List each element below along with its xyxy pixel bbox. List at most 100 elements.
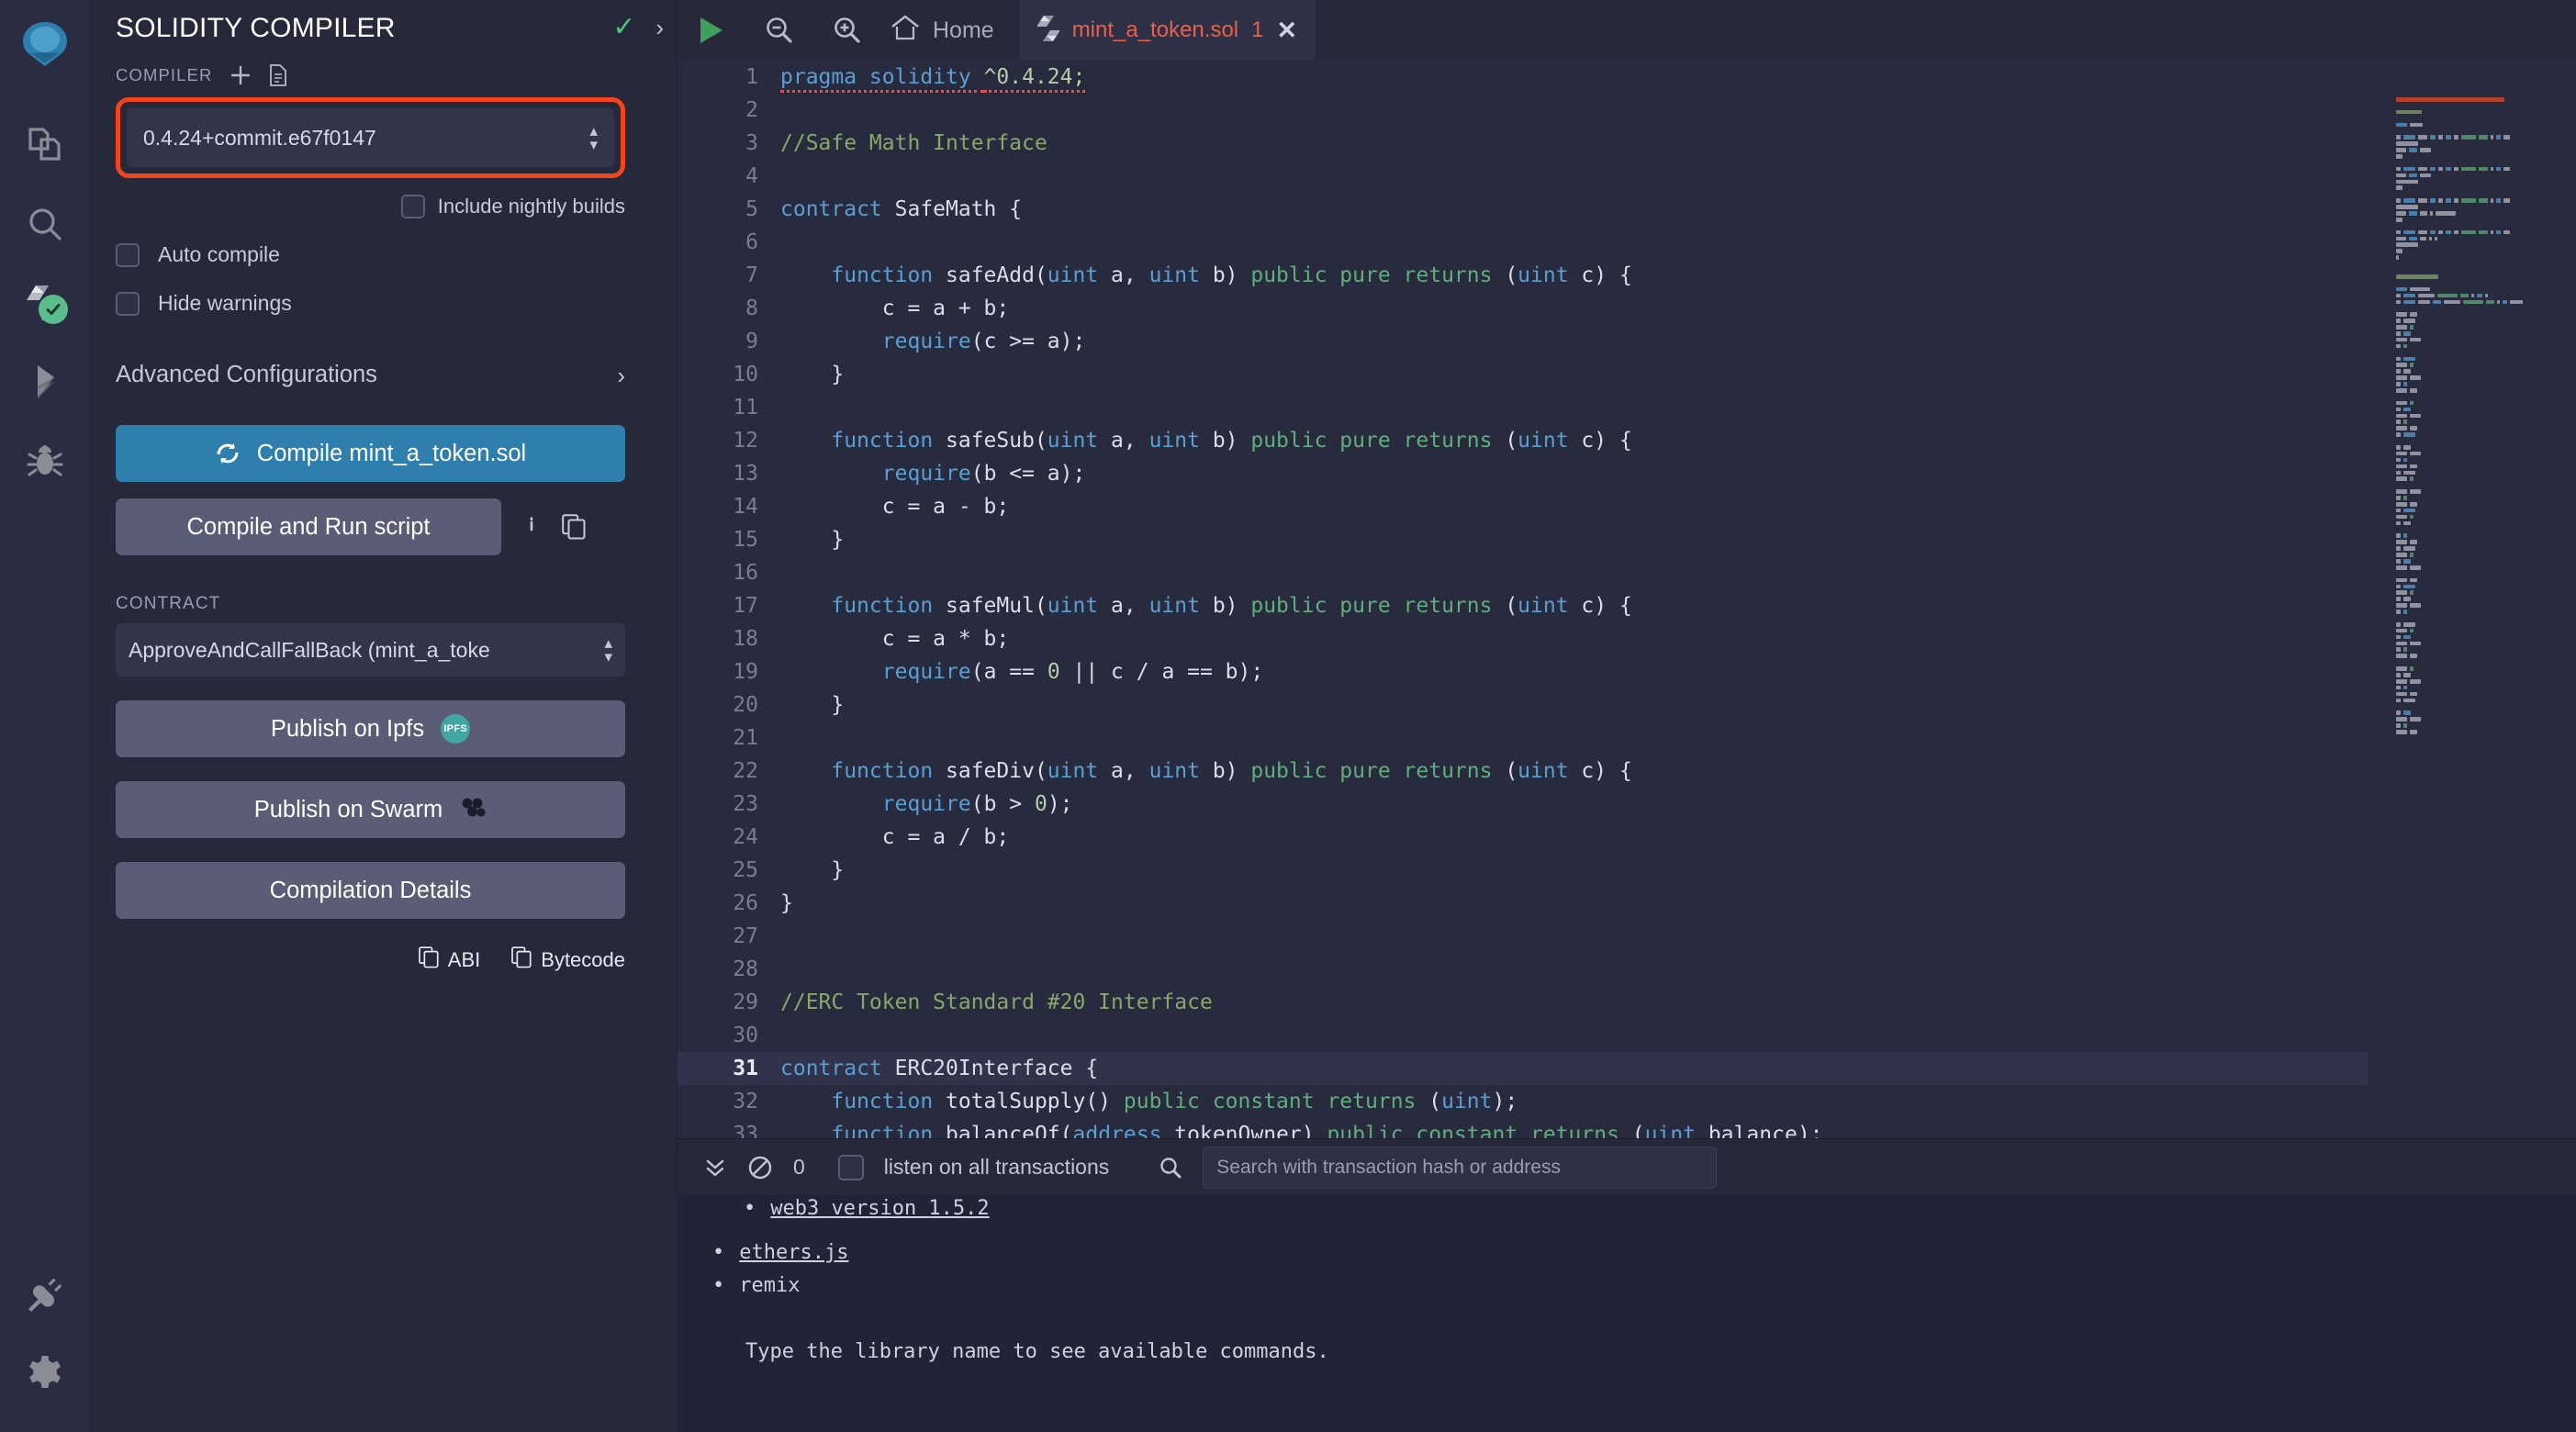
code-line[interactable]: 6 — [678, 226, 2369, 259]
code-line[interactable]: 11 — [678, 391, 2369, 424]
chevron-right-icon[interactable]: › — [655, 16, 664, 39]
code-line[interactable]: 32 function totalSupply() public constan… — [678, 1085, 2369, 1118]
compile-button[interactable]: Compile mint_a_token.sol — [116, 425, 625, 482]
code-line[interactable]: 3 //Safe Math Interface — [678, 127, 2369, 160]
code-line[interactable]: 24 c = a / b; — [678, 821, 2369, 854]
search-icon — [28, 208, 62, 241]
minimap-line — [2396, 546, 2576, 551]
code-line[interactable]: 10 } — [678, 358, 2369, 391]
copy-bytecode-button[interactable]: Bytecode — [511, 946, 625, 974]
terminal-line: • remix — [712, 1269, 2576, 1302]
minimap-line — [2396, 723, 2576, 728]
minimap-line — [2396, 654, 2576, 658]
plugin-manager-icon — [28, 1278, 62, 1312]
code-line[interactable]: 25 } — [678, 854, 2369, 887]
code-line[interactable]: 9 require(c >= a); — [678, 325, 2369, 358]
run-script-button[interactable] — [678, 17, 745, 43]
sidebar-item-search[interactable] — [0, 185, 90, 263]
copy-abi-button[interactable]: ABI — [418, 946, 480, 974]
chevron-right-icon[interactable]: › — [617, 364, 625, 387]
plus-icon[interactable] — [230, 65, 251, 85]
chevron-double-down-icon[interactable] — [703, 1156, 727, 1180]
code-line[interactable]: 15 } — [678, 523, 2369, 556]
code-line[interactable]: 17 function safeMul(uint a, uint b) publ… — [678, 589, 2369, 622]
terminal-line[interactable]: • ethers.js — [712, 1236, 2576, 1269]
minimap-line — [2396, 407, 2576, 412]
compiler-version-select[interactable]: 0.4.24+commit.e67f0147 ▴ ▾ — [127, 108, 614, 167]
code-editor[interactable]: 1 pragma solidity ^0.4.24; 2 3//Safe Math I… — [678, 61, 2369, 1138]
code-line[interactable]: 14 c = a - b; — [678, 490, 2369, 523]
code-line[interactable]: 16 — [678, 556, 2369, 589]
code-text: function safeAdd(uint a, uint b) public … — [831, 263, 1632, 287]
compilation-details-button[interactable]: Compilation Details — [116, 862, 625, 919]
code-line[interactable]: 29 //ERC Token Standard #20 Interface — [678, 986, 2369, 1019]
clear-console-icon[interactable] — [747, 1155, 773, 1180]
code-line[interactable]: 22 function safeDiv(uint a, uint b) publ… — [678, 755, 2369, 788]
minimap-line — [2396, 439, 2576, 443]
listen-all-transactions-checkbox[interactable] — [837, 1154, 864, 1180]
code-line[interactable]: 2 — [678, 94, 2369, 127]
code-line[interactable]: 23 require(b > 0); — [678, 788, 2369, 821]
minimap-line — [2396, 426, 2576, 431]
minimap-line — [2396, 572, 2576, 576]
minimap-line — [2396, 514, 2576, 520]
contract-select[interactable]: ApproveAndCallFallBack (mint_a_toke ▴ ▾ — [116, 623, 625, 677]
advanced-configurations-row[interactable]: Advanced Configurations › — [116, 362, 625, 388]
hide-warnings-checkbox[interactable] — [116, 291, 140, 316]
code-line[interactable]: 27 — [678, 920, 2369, 953]
code-line[interactable]: 13 require(b <= a); — [678, 457, 2369, 490]
code-line[interactable]: 8 c = a + b; — [678, 292, 2369, 325]
publish-ipfs-button[interactable]: Publish on Ipfs IPFS — [116, 700, 625, 757]
copy-icon[interactable] — [562, 514, 586, 540]
sidebar-item-settings[interactable] — [0, 1333, 90, 1412]
auto-compile-row[interactable]: Auto compile — [116, 242, 625, 267]
minimap-line — [2396, 400, 2576, 406]
document-icon[interactable] — [269, 64, 287, 86]
code-minimap[interactable] — [2369, 61, 2576, 1138]
close-icon[interactable]: ✕ — [1277, 17, 1298, 43]
compile-and-run-button[interactable]: Compile and Run script — [116, 498, 501, 555]
code-line[interactable]: 5 contract SafeMath { — [678, 193, 2369, 226]
line-number: 33 — [733, 1123, 758, 1138]
include-nightly-row[interactable]: Include nightly builds — [116, 195, 625, 218]
search-icon[interactable] — [1159, 1156, 1182, 1180]
check-icon[interactable]: ✓ — [612, 14, 635, 41]
minimap-line — [2396, 249, 2576, 253]
code-line[interactable]: 19 require(a == 0 || c / a == b); — [678, 655, 2369, 688]
transaction-search-input[interactable]: Search with transaction hash or address — [1203, 1146, 1718, 1189]
code-line[interactable]: 26} — [678, 887, 2369, 920]
code-line[interactable]: 20 } — [678, 688, 2369, 722]
tab-home[interactable]: Home — [881, 0, 1018, 61]
sidebar-item-deploy-run[interactable] — [0, 342, 90, 421]
remix-logo[interactable] — [17, 17, 72, 74]
sidebar-item-debugger[interactable] — [0, 421, 90, 500]
code-line[interactable]: 30 — [678, 1019, 2369, 1052]
zoom-out-button[interactable] — [745, 15, 813, 46]
minimap-line — [2396, 616, 2576, 621]
code-line[interactable]: 1 pragma solidity ^0.4.24; — [678, 61, 2369, 94]
code-line[interactable]: 7 function safeAdd(uint a, uint b) publi… — [678, 259, 2369, 292]
sidebar-item-file-explorers[interactable] — [0, 106, 90, 185]
auto-compile-checkbox[interactable] — [116, 242, 140, 267]
code-line[interactable]: 18 c = a * b; — [678, 622, 2369, 655]
code-line[interactable]: 31 contract ERC20Interface { — [678, 1052, 2369, 1085]
terminal-line[interactable]: • web3 version 1.5.2 — [744, 1195, 2576, 1225]
include-nightly-checkbox[interactable] — [400, 195, 425, 218]
tab-mint-a-token-sol[interactable]: mint_a_token.sol 1 ✕ — [1017, 0, 1317, 61]
code-line[interactable]: 33 function balanceOf(address tokenOwner… — [678, 1118, 2369, 1138]
compiler-section: COMPILER — [116, 64, 625, 86]
info-icon[interactable] — [520, 512, 543, 543]
hide-warnings-row[interactable]: Hide warnings — [116, 291, 625, 316]
code-line[interactable]: 4 — [678, 160, 2369, 193]
zoom-in-button[interactable] — [813, 15, 881, 46]
minimap-line — [2396, 710, 2576, 715]
code-text: require(c >= a); — [881, 330, 1086, 353]
sidebar-item-plugin-manager[interactable] — [0, 1254, 90, 1333]
publish-swarm-button[interactable]: Publish on Swarm — [116, 781, 625, 838]
terminal-line-text[interactable]: web3 version 1.5.2 — [770, 1197, 989, 1220]
code-line[interactable]: 21 — [678, 722, 2369, 755]
terminal-line-text[interactable]: ethers.js — [739, 1241, 848, 1264]
sidebar-item-solidity-compiler[interactable] — [0, 263, 90, 342]
code-line[interactable]: 12 function safeSub(uint a, uint b) publ… — [678, 424, 2369, 457]
code-line[interactable]: 28 — [678, 953, 2369, 986]
